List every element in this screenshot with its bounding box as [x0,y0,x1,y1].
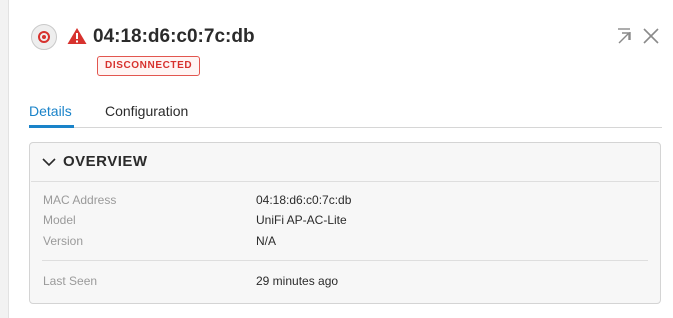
detail-row-version: Version N/A [43,234,643,252]
row-value: 29 minutes ago [256,274,339,288]
locate-device-button[interactable] [31,24,57,50]
detail-row-mac-address: MAC Address 04:18:d6:c0:7c:db [43,193,643,211]
row-label: MAC Address [43,193,117,207]
overview-section: OVERVIEW MAC Address 04:18:d6:c0:7c:db M… [29,142,661,304]
device-name: 04:18:d6:c0:7c:db [93,26,255,47]
row-label: Last Seen [43,274,98,288]
tab-bar: Details Configuration [9,96,673,130]
chevron-down-icon [42,158,56,167]
row-label: Version [43,234,84,248]
close-icon[interactable] [641,26,661,46]
rows-divider [42,260,648,261]
section-divider [31,181,659,182]
row-value: 04:18:d6:c0:7c:db [256,193,352,207]
warning-icon [67,28,87,44]
popout-icon[interactable] [615,27,633,45]
row-label: Model [43,213,76,227]
active-tab-indicator [29,125,74,128]
device-properties-panel: 04:18:d6:c0:7c:db DISCONNECTED Details C… [8,0,673,318]
detail-row-last-seen: Last Seen 29 minutes ago [43,274,643,292]
status-badge: DISCONNECTED [97,56,201,76]
row-value: UniFi AP-AC-Lite [256,213,347,227]
tab-configuration[interactable]: Configuration [105,103,188,119]
tab-divider [29,127,662,128]
tab-details[interactable]: Details [29,103,72,119]
row-value: N/A [256,234,277,248]
overview-title: OVERVIEW [63,153,148,170]
panel-header: 04:18:d6:c0:7c:db DISCONNECTED [9,0,673,90]
locate-icon [38,31,50,43]
detail-row-model: Model UniFi AP-AC-Lite [43,213,643,231]
